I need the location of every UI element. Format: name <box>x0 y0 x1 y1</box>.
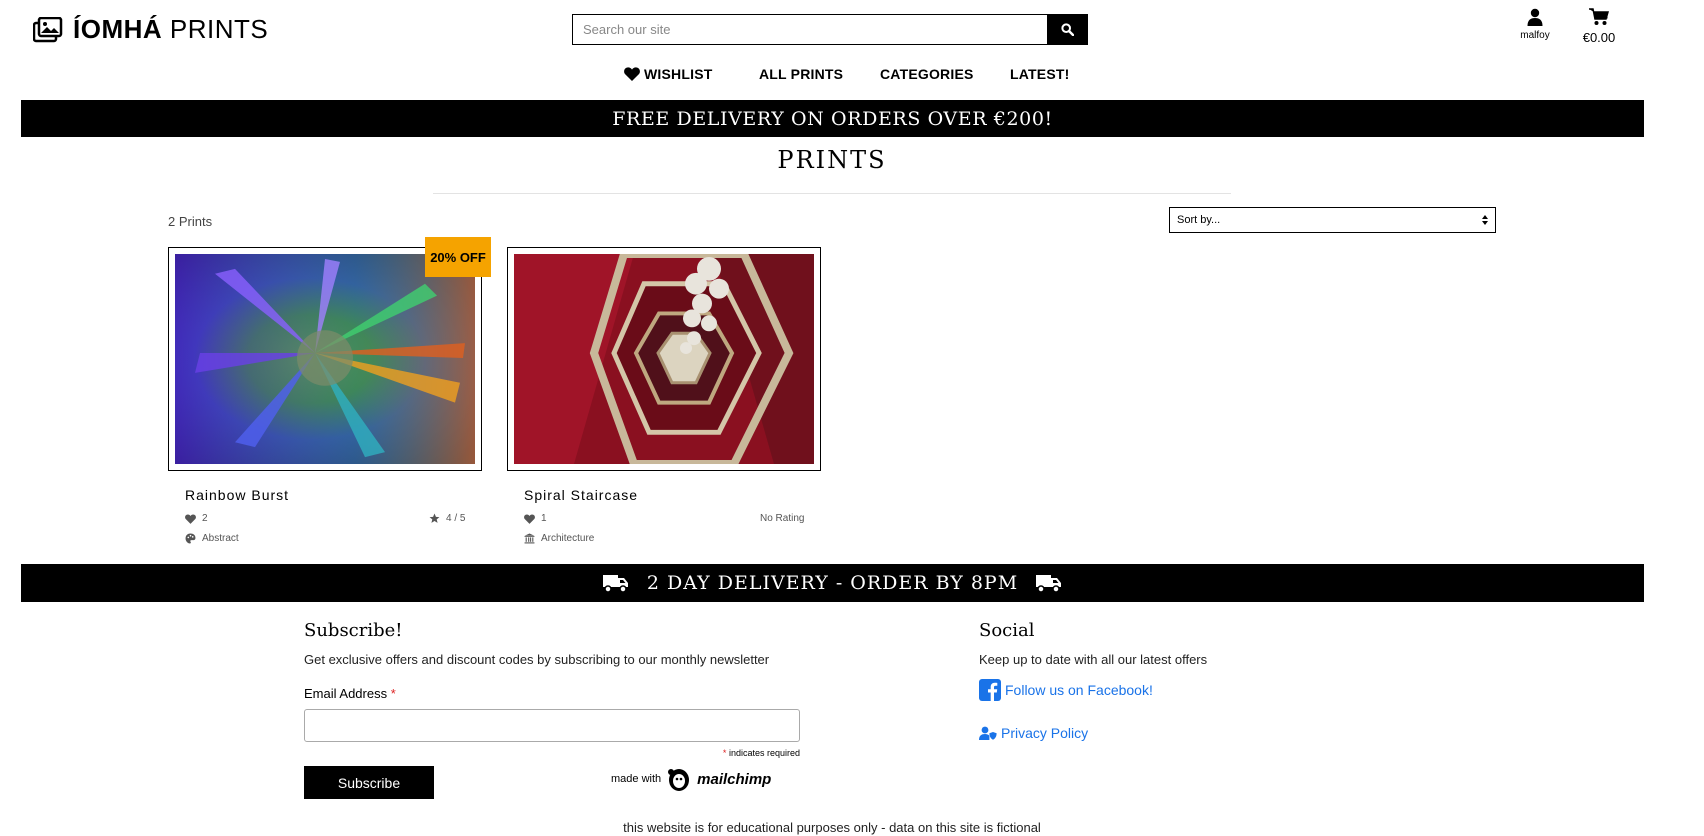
product-count: 2 Prints <box>168 214 213 229</box>
product-likes: 1 <box>524 513 547 524</box>
nav-item-categories[interactable]: CATEGORIES <box>880 66 974 82</box>
category-label: Abstract <box>202 533 239 544</box>
heart-icon <box>624 67 640 81</box>
palette-icon <box>185 533 196 544</box>
subscribe-heading: Subscribe! <box>304 620 403 641</box>
cart-link[interactable]: €0.00 <box>1576 8 1622 45</box>
likes-count: 1 <box>541 513 547 524</box>
search-icon <box>1060 23 1074 36</box>
heart-icon <box>185 513 196 524</box>
truck-icon <box>1036 575 1062 593</box>
images-icon <box>33 16 63 42</box>
nav-label-wishlist: WISHLIST <box>644 66 713 82</box>
sort-label: Sort by... <box>1177 214 1221 226</box>
likes-count: 2 <box>202 513 208 524</box>
email-label: Email Address * <box>304 686 396 701</box>
subscribe-button[interactable]: Subscribe <box>304 766 434 799</box>
product-card-image[interactable] <box>168 247 482 471</box>
cart-total: €0.00 <box>1582 30 1616 45</box>
facebook-link-text: Follow us on Facebook! <box>1005 682 1153 698</box>
product-image <box>175 254 475 464</box>
required-mark: * <box>390 686 396 701</box>
site-disclaimer: this website is for educational purposes… <box>623 820 1041 835</box>
product-likes: 2 <box>185 513 208 524</box>
email-label-text: Email Address <box>304 686 388 701</box>
social-text: Keep up to date with all our latest offe… <box>979 652 1208 667</box>
logo-bold: ÍOMHÁ <box>73 14 163 44</box>
delivery-promo-text: 2 DAY DELIVERY - ORDER BY 8PM <box>646 572 1019 594</box>
facebook-link[interactable]: Follow us on Facebook! <box>979 679 1153 701</box>
account-link[interactable]: malfoy <box>1512 8 1558 41</box>
mailchimp-prefix: made with <box>611 773 662 785</box>
required-note: * indicates required <box>600 748 800 758</box>
privacy-policy-link[interactable]: Privacy Policy <box>979 725 1088 741</box>
heart-icon <box>524 513 535 524</box>
required-mark: * <box>722 748 727 758</box>
user-shield-icon <box>979 726 997 740</box>
facebook-icon <box>979 679 1001 701</box>
nav-item-latest[interactable]: LATEST! <box>1010 66 1069 82</box>
title-divider <box>433 193 1231 194</box>
account-label: malfoy <box>1520 30 1550 41</box>
category-label: Architecture <box>541 533 595 544</box>
product-rating: 4 / 5 <box>429 513 465 524</box>
product-rating: No Rating <box>760 513 804 524</box>
product-image <box>514 250 814 468</box>
delivery-banner: FREE DELIVERY ON ORDERS OVER €200! <box>21 100 1644 137</box>
delivery-promo-banner: 2 DAY DELIVERY - ORDER BY 8PM <box>21 564 1644 602</box>
email-field[interactable] <box>304 709 800 742</box>
product-title[interactable]: Rainbow Burst <box>185 487 289 503</box>
discount-badge: 20% OFF <box>425 237 491 277</box>
mailchimp-icon <box>668 769 690 791</box>
logo-text: ÍOMHÁ PRINTS <box>73 14 268 45</box>
select-arrows-icon <box>1482 215 1488 225</box>
nav-label-all-prints: ALL PRINTS <box>759 66 844 82</box>
page-title: PRINTS <box>777 146 887 174</box>
search-input[interactable] <box>573 15 1047 44</box>
truck-icon <box>602 575 628 593</box>
user-icon <box>1527 8 1543 26</box>
search-button[interactable] <box>1047 15 1087 44</box>
nav-label-latest: LATEST! <box>1010 66 1070 82</box>
product-title[interactable]: Spiral Staircase <box>524 487 638 503</box>
cart-icon <box>1589 8 1609 25</box>
delivery-banner-text: FREE DELIVERY ON ORDERS OVER €200! <box>612 107 1053 130</box>
subscribe-text: Get exclusive offers and discount codes … <box>304 652 770 667</box>
nav-label-categories: CATEGORIES <box>880 66 974 82</box>
mailchimp-logo: mailchimp <box>697 770 772 788</box>
site-logo[interactable]: ÍOMHÁ PRINTS <box>33 14 268 45</box>
landmark-icon <box>524 533 535 544</box>
required-note-text: indicates required <box>728 748 800 758</box>
star-icon <box>429 513 440 523</box>
mailchimp-badge[interactable]: made with mailchimp <box>611 766 771 792</box>
product-category[interactable]: Abstract <box>185 533 239 544</box>
nav-item-all-prints[interactable]: ALL PRINTS <box>759 66 843 82</box>
product-card-image[interactable] <box>507 247 821 471</box>
privacy-policy-text: Privacy Policy <box>1001 725 1089 741</box>
product-category[interactable]: Architecture <box>524 533 594 544</box>
logo-light: PRINTS <box>169 14 269 44</box>
rating-value: No Rating <box>760 513 805 524</box>
rating-value: 4 / 5 <box>446 513 466 524</box>
nav-item-wishlist[interactable]: WISHLIST <box>624 66 712 82</box>
sort-select[interactable]: Sort by... <box>1169 207 1496 233</box>
social-heading: Social <box>979 620 1035 641</box>
search-form <box>572 14 1088 45</box>
